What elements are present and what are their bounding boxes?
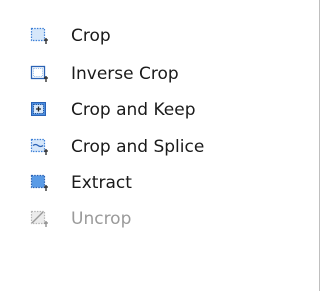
menu-item-uncrop[interactable]: Uncrop <box>30 201 270 237</box>
menu-item-label: Inverse Crop <box>71 63 179 84</box>
menu-item-extract[interactable]: Extract <box>30 165 270 201</box>
crop-context-menu: Crop Inverse Crop Crop and Keep Crop and… <box>0 0 324 291</box>
menu-item-crop-and-splice[interactable]: Crop and Splice <box>30 129 270 165</box>
crop-and-keep-icon <box>30 101 48 119</box>
menu-item-label: Uncrop <box>71 208 132 229</box>
crop-icon <box>30 27 48 45</box>
menu-item-label: Crop and Keep <box>71 99 196 120</box>
crop-and-splice-icon <box>30 138 48 156</box>
uncrop-icon <box>30 210 48 228</box>
extract-icon <box>30 174 48 192</box>
menu-item-label: Crop <box>71 25 111 46</box>
menu-item-crop[interactable]: Crop <box>30 18 270 54</box>
menu-border <box>319 0 320 291</box>
inverse-crop-icon <box>30 65 48 83</box>
menu-item-label: Crop and Splice <box>71 136 205 157</box>
menu-item-inverse-crop[interactable]: Inverse Crop <box>30 56 270 92</box>
menu-item-label: Extract <box>71 172 132 193</box>
menu-item-crop-and-keep[interactable]: Crop and Keep <box>30 92 270 128</box>
